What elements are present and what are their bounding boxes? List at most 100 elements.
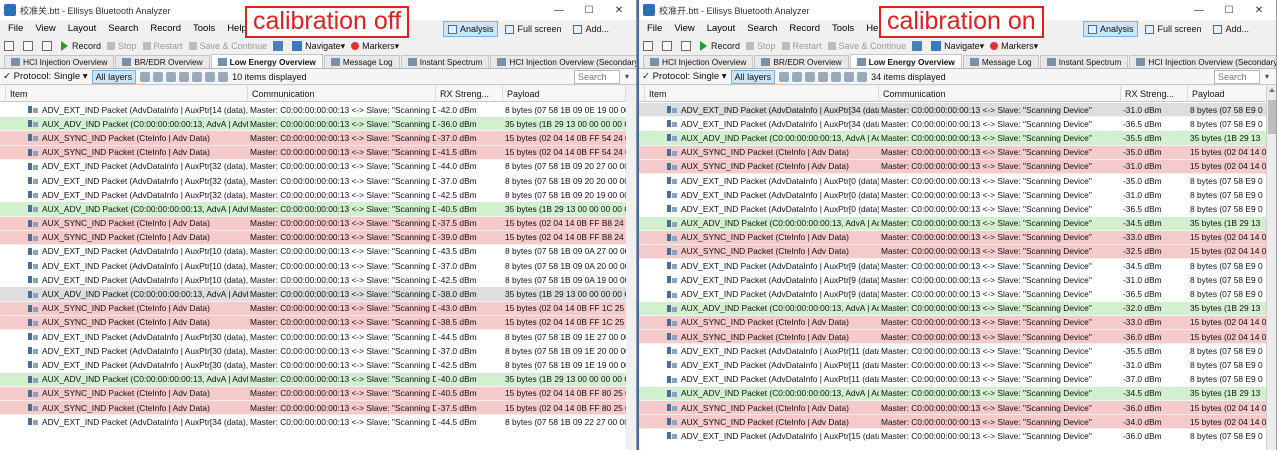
search-input[interactable] bbox=[1214, 70, 1260, 84]
menu-view[interactable]: View bbox=[668, 23, 700, 34]
restart-button[interactable]: Restart bbox=[142, 41, 183, 51]
navigate-button[interactable]: Navigate ▾ bbox=[931, 41, 984, 52]
table-row[interactable]: AUX_ADV_IND Packet (C0:00:00:00:00:13, A… bbox=[0, 287, 626, 302]
table-row[interactable]: AUX_SYNC_IND Packet (CteInfo | Adv Data)… bbox=[639, 145, 1276, 160]
tab-br-edr-overview[interactable]: BR/EDR Overview bbox=[115, 55, 210, 68]
markers-button[interactable]: Markers ▾ bbox=[990, 41, 1038, 52]
swap-icon[interactable] bbox=[153, 71, 164, 82]
table-row[interactable]: AUX_ADV_IND Packet (C0:00:00:00:00:13, A… bbox=[639, 386, 1276, 401]
stop-button[interactable]: Stop bbox=[107, 41, 137, 51]
table-row[interactable]: ADV_EXT_IND Packet (AdvDataInfo | AuxPtr… bbox=[0, 244, 626, 260]
search-dropdown-icon[interactable]: ▾ bbox=[1261, 70, 1273, 84]
refresh-icon[interactable] bbox=[140, 71, 151, 82]
save-button[interactable] bbox=[42, 41, 55, 51]
view-add-button[interactable]: Add... bbox=[1208, 21, 1254, 37]
close-icon[interactable]: ✕ bbox=[1244, 0, 1274, 20]
music-icon[interactable] bbox=[844, 71, 855, 82]
markers-button[interactable]: Markers ▾ bbox=[351, 41, 399, 52]
column-header-communication[interactable]: Communication bbox=[248, 86, 436, 102]
table-row[interactable]: ADV_EXT_IND Packet (AdvDataInfo | AuxPtr… bbox=[0, 188, 626, 203]
table-row[interactable]: ADV_EXT_IND Packet (AdvDataInfo | AuxPtr… bbox=[639, 273, 1276, 288]
table-row[interactable]: AUX_ADV_IND Packet (C0:00:00:00:00:13, A… bbox=[639, 131, 1276, 146]
table-row[interactable]: ADV_EXT_IND Packet (AdvDataInfo | AuxPtr… bbox=[0, 358, 626, 373]
save-button[interactable] bbox=[681, 41, 694, 51]
menu-record[interactable]: Record bbox=[783, 23, 826, 34]
scroll-thumb[interactable] bbox=[1268, 100, 1276, 134]
table-row[interactable]: ADV_EXT_IND Packet (AdvDataInfo | AuxPtr… bbox=[639, 372, 1276, 387]
close-icon[interactable]: ✕ bbox=[604, 0, 634, 20]
table-row[interactable]: ADV_EXT_IND Packet (AdvDataInfo | AuxPtr… bbox=[639, 202, 1276, 217]
table-row[interactable]: ADV_EXT_IND Packet (AdvDataInfo | AuxPtr… bbox=[0, 344, 626, 359]
minimize-icon[interactable]: — bbox=[544, 0, 574, 20]
view-add-button[interactable]: Add... bbox=[568, 21, 614, 37]
menu-record[interactable]: Record bbox=[144, 23, 187, 34]
table-row[interactable]: AUX_SYNC_IND Packet (CteInfo | Adv Data)… bbox=[0, 131, 626, 146]
table-row[interactable]: ADV_EXT_IND Packet (AdvDataInfo | AuxPtr… bbox=[0, 173, 626, 189]
layer-icon[interactable] bbox=[166, 71, 177, 82]
table-row[interactable]: ADV_EXT_IND Packet (AdvDataInfo | AuxPtr… bbox=[0, 259, 626, 274]
table-row[interactable]: AUX_ADV_IND Packet (C0:00:00:00:00:13, A… bbox=[0, 202, 626, 217]
table-row[interactable]: ADV_EXT_IND Packet (AdvDataInfo | AuxPtr… bbox=[639, 287, 1276, 302]
table-row[interactable]: ADV_EXT_IND Packet (AdvDataInfo | AuxPtr… bbox=[0, 415, 626, 430]
table-row[interactable]: AUX_SYNC_IND Packet (CteInfo | Adv Data)… bbox=[0, 386, 626, 401]
table-row[interactable]: AUX_SYNC_IND Packet (CteInfo | Adv Data)… bbox=[0, 400, 626, 416]
table-row[interactable]: ADV_EXT_IND Packet (AdvDataInfo | AuxPtr… bbox=[639, 173, 1276, 189]
tab-hci-injection-overview-secondary[interactable]: HCI Injection Overview (Secondary) bbox=[1129, 55, 1276, 68]
capture-settings-button[interactable] bbox=[273, 41, 286, 51]
menu-tools[interactable]: Tools bbox=[826, 23, 860, 34]
menu-search[interactable]: Search bbox=[102, 23, 144, 34]
column-header-payload[interactable]: Payload bbox=[503, 86, 626, 102]
table-row[interactable]: ADV_EXT_IND Packet (AdvDataInfo | AuxPtr… bbox=[0, 273, 626, 288]
link-icon[interactable] bbox=[831, 71, 842, 82]
menu-search[interactable]: Search bbox=[741, 23, 783, 34]
new-button[interactable] bbox=[4, 41, 17, 51]
column-header-payload[interactable]: Payload bbox=[1188, 86, 1276, 102]
tab-low-energy-overview[interactable]: Low Energy Overview bbox=[210, 54, 323, 68]
link-icon[interactable] bbox=[192, 71, 203, 82]
tab-hci-injection-overview-secondary[interactable]: HCI Injection Overview (Secondary) bbox=[490, 55, 636, 68]
table-row[interactable]: ADV_EXT_IND Packet (AdvDataInfo | AuxPtr… bbox=[639, 117, 1276, 132]
table-row[interactable]: AUX_SYNC_IND Packet (CteInfo | Adv Data)… bbox=[639, 330, 1276, 345]
table-row[interactable]: AUX_SYNC_IND Packet (CteInfo | Adv Data)… bbox=[639, 230, 1276, 245]
table-row[interactable]: AUX_SYNC_IND Packet (CteInfo | Adv Data)… bbox=[639, 400, 1276, 416]
search-input[interactable] bbox=[574, 70, 620, 84]
view-full-screen-button[interactable]: Full screen bbox=[500, 21, 566, 37]
view-analysis-button[interactable]: Analysis bbox=[1082, 21, 1139, 37]
circle-icon[interactable] bbox=[857, 71, 868, 82]
table-row[interactable]: ADV_EXT_IND Packet (AdvDataInfo | AuxPtr… bbox=[0, 103, 626, 118]
open-button[interactable] bbox=[662, 41, 675, 51]
column-header-item[interactable]: Item bbox=[645, 86, 879, 102]
maximize-icon[interactable]: ☐ bbox=[574, 0, 604, 20]
view-full-screen-button[interactable]: Full screen bbox=[1140, 21, 1206, 37]
table-row[interactable]: AUX_ADV_IND Packet (C0:00:00:00:00:13, A… bbox=[0, 117, 626, 132]
table-row[interactable]: ADV_EXT_IND Packet (AdvDataInfo | AuxPtr… bbox=[639, 103, 1276, 118]
table-row[interactable]: AUX_SYNC_IND Packet (CteInfo | Adv Data)… bbox=[639, 159, 1276, 174]
menu-layout[interactable]: Layout bbox=[62, 23, 103, 34]
menu-file[interactable]: File bbox=[641, 23, 668, 34]
view-analysis-button[interactable]: Analysis bbox=[442, 21, 499, 37]
table-row[interactable]: ADV_EXT_IND Packet (AdvDataInfo | AuxPtr… bbox=[0, 330, 626, 345]
table-row[interactable]: ADV_EXT_IND Packet (AdvDataInfo | AuxPtr… bbox=[639, 259, 1276, 274]
table-row[interactable]: AUX_SYNC_IND Packet (CteInfo | Adv Data)… bbox=[639, 244, 1276, 260]
table-row[interactable]: AUX_SYNC_IND Packet (CteInfo | Adv Data)… bbox=[0, 216, 626, 231]
table-row[interactable]: AUX_ADV_IND Packet (C0:00:00:00:00:13, A… bbox=[0, 372, 626, 387]
protocol-selector[interactable]: ✓ Protocol: Single ▾ bbox=[3, 71, 88, 82]
column-header-rx-strength[interactable]: RX Streng... bbox=[1121, 86, 1188, 102]
layer-icon[interactable] bbox=[805, 71, 816, 82]
tab-br-edr-overview[interactable]: BR/EDR Overview bbox=[754, 55, 849, 68]
record-button[interactable]: Record bbox=[700, 41, 740, 51]
open-button[interactable] bbox=[23, 41, 36, 51]
tab-low-energy-overview[interactable]: Low Energy Overview bbox=[849, 54, 962, 68]
table-row[interactable]: AUX_ADV_IND Packet (C0:00:00:00:00:13, A… bbox=[639, 216, 1276, 231]
table-row[interactable]: AUX_SYNC_IND Packet (CteInfo | Adv Data)… bbox=[639, 315, 1276, 330]
table-row[interactable]: ADV_EXT_IND Packet (AdvDataInfo | AuxPtr… bbox=[639, 358, 1276, 373]
stop-button[interactable]: Stop bbox=[746, 41, 776, 51]
tab-message-log[interactable]: Message Log bbox=[962, 55, 1039, 68]
table-row[interactable]: AUX_SYNC_IND Packet (CteInfo | Adv Data)… bbox=[0, 145, 626, 160]
music-icon[interactable] bbox=[205, 71, 216, 82]
swap-icon[interactable] bbox=[792, 71, 803, 82]
scroll-up-icon[interactable] bbox=[1269, 88, 1275, 92]
column-header-communication[interactable]: Communication bbox=[879, 86, 1121, 102]
vertical-scrollbar[interactable] bbox=[1266, 86, 1276, 450]
save-continue-button[interactable]: Save & Continue bbox=[188, 41, 267, 51]
